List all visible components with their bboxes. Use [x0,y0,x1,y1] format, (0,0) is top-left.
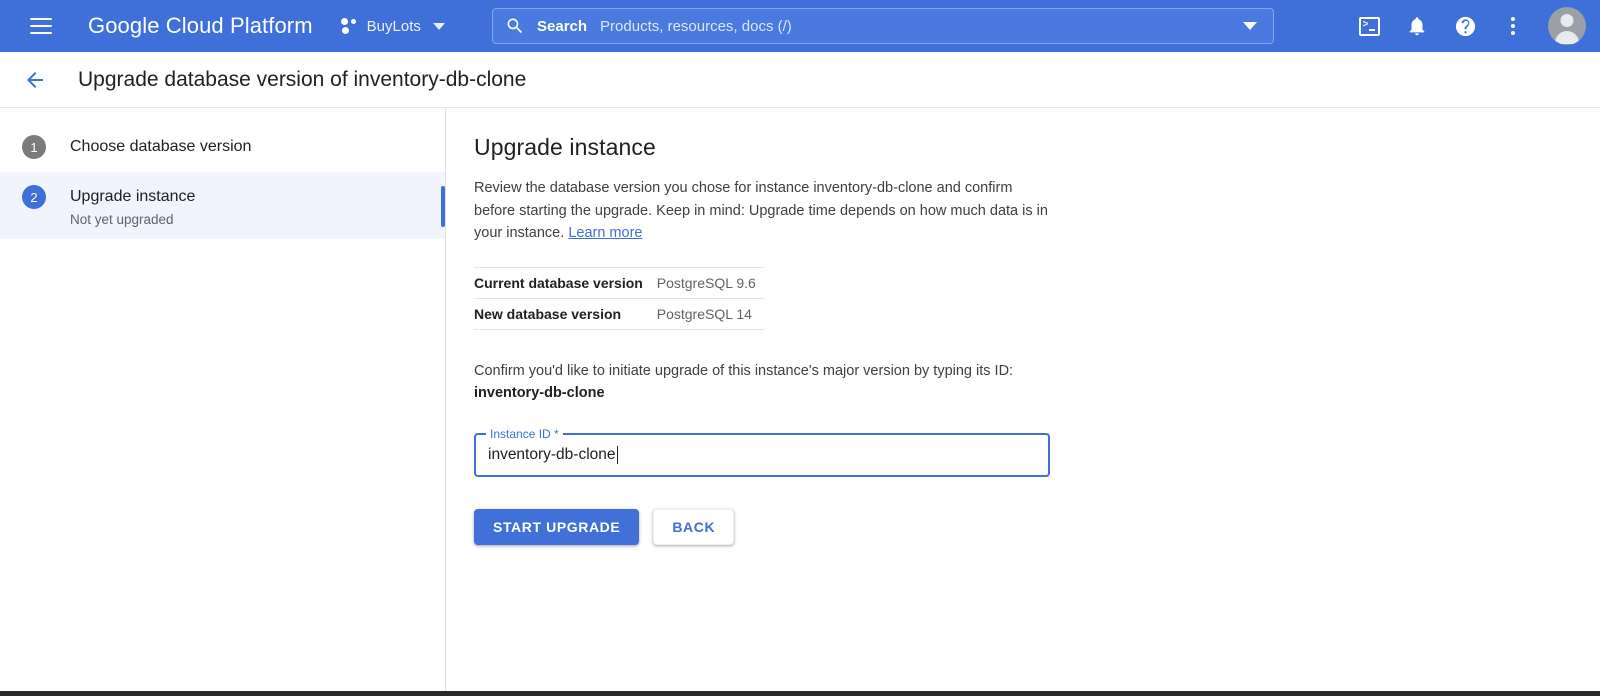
page-title: Upgrade database version of inventory-db… [78,67,527,91]
back-action-button[interactable]: BACK [653,508,735,545]
table-row: Current database version PostgreSQL 9.6 [474,266,764,299]
bottom-edge-strip [0,691,1600,696]
search-icon [507,18,523,34]
chevron-down-icon[interactable] [1243,22,1257,30]
start-upgrade-button[interactable]: START UPGRADE [474,508,640,545]
learn-more-link[interactable]: Learn more [568,225,642,241]
section-title: Upgrade instance [474,134,656,160]
step-label: Choose database version [70,138,252,155]
hamburger-menu-icon[interactable] [24,9,58,43]
project-name-label: BuyLots [366,17,421,35]
back-arrow-icon [27,71,43,88]
steps-sidebar: 1 Choose database version 2 Upgrade inst… [0,108,446,695]
notifications-button[interactable] [1404,13,1430,39]
help-button[interactable] [1452,13,1478,39]
step-label: Upgrade instance [70,188,196,205]
search-input[interactable]: Products, resources, docs (/) [600,18,1243,35]
product-brand-title[interactable]: Google Cloud Platform [88,13,313,39]
cloud-shell-icon [1358,16,1380,36]
confirm-text: Confirm you'd like to initiate upgrade o… [474,362,1014,379]
project-selector[interactable]: BuyLots [335,14,451,39]
confirm-instance-id: inventory-db-clone [474,385,605,401]
main-panel: Upgrade instance Review the database ver… [446,108,1600,695]
hamburger-line [30,32,52,34]
avatar-head [1560,14,1574,27]
search-label: Search [537,17,588,35]
table-row: New database version PostgreSQL 14 [474,298,764,330]
project-dots-icon [340,18,359,34]
hamburger-line [30,25,52,27]
action-buttons: START UPGRADE BACK [474,508,1074,545]
notifications-bell-icon [1409,17,1425,36]
confirm-instructions: Confirm you'd like to initiate upgrade o… [474,360,1054,405]
current-version-value: PostgreSQL 9.6 [656,266,764,299]
avatar-body [1555,31,1579,44]
search-bar[interactable]: Search Products, resources, docs (/) [492,8,1274,44]
chevron-down-icon [432,22,445,30]
page-content: 1 Choose database version 2 Upgrade inst… [0,108,1600,695]
page-header: Upgrade database version of inventory-db… [0,52,1600,108]
cloud-shell-button[interactable] [1356,13,1382,39]
instance-id-label: Instance ID * [486,426,563,441]
step-number-badge: 1 [22,135,46,159]
step-status-text: Not yet upgraded [70,212,174,227]
instance-id-field[interactable]: Instance ID * inventory-db-clone [474,426,1050,477]
description-text: Review the database version you chose fo… [474,180,1048,241]
current-version-label: Current database version [474,266,657,299]
topbar-actions [1356,7,1586,45]
more-options-vertical-dots-icon [1511,17,1515,35]
sidebar-step-choose-database-version[interactable]: 1 Choose database version [0,122,445,172]
section-description: Review the database version you chose fo… [474,177,1054,245]
top-app-bar: Google Cloud Platform BuyLots Search Pro… [0,0,1600,52]
sidebar-step-upgrade-instance[interactable]: 2 Upgrade instance Not yet upgraded [0,172,445,239]
version-summary-table: Current database version PostgreSQL 9.6 … [474,266,764,330]
hamburger-line [30,18,52,20]
text-cursor [616,445,618,464]
step-number-badge: 2 [22,185,46,209]
account-avatar[interactable] [1548,7,1586,45]
more-options-button[interactable] [1500,13,1526,39]
back-button[interactable] [18,63,52,97]
new-version-label: New database version [474,298,657,330]
new-version-value: PostgreSQL 14 [656,298,764,330]
help-question-icon [1455,16,1475,36]
instance-id-input[interactable]: inventory-db-clone [488,446,616,464]
